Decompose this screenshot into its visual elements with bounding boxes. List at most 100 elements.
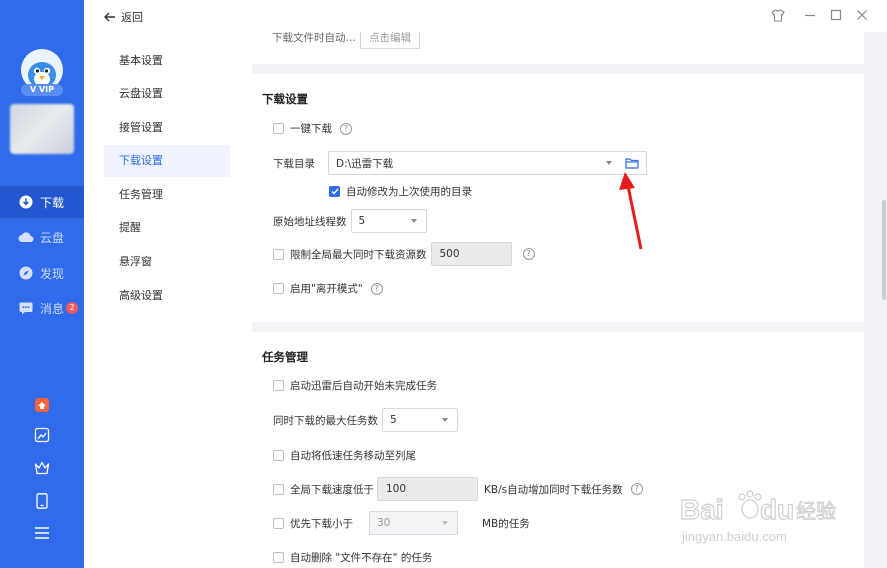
limit-resources-input[interactable]: 500 bbox=[430, 242, 512, 266]
compass-icon bbox=[18, 265, 34, 281]
settings-nav-reminder[interactable]: 提醒 bbox=[104, 212, 230, 244]
nav-messages-label: 消息 bbox=[40, 301, 65, 316]
speed-below-input[interactable]: 100 bbox=[377, 477, 478, 501]
auto-start-checkbox[interactable] bbox=[273, 380, 284, 391]
speed-below-checkbox[interactable] bbox=[273, 483, 284, 495]
auto-delete-row[interactable]: 自动删除 "文件不存在" 的任务 bbox=[273, 550, 432, 565]
auto-change-dir-row[interactable]: 自动修改为上次使用的目录 bbox=[329, 184, 472, 199]
folder-icon[interactable] bbox=[625, 157, 639, 169]
arrow-left-icon bbox=[104, 12, 116, 22]
svg-text:经验: 经验 bbox=[796, 499, 836, 523]
download-dir-label: 下载目录 bbox=[273, 157, 315, 170]
settings-nav-advanced[interactable]: 高级设置 bbox=[104, 280, 230, 312]
edit-button[interactable]: 点击编辑 bbox=[360, 32, 420, 49]
leave-mode-row[interactable]: 启用"离开模式" ? bbox=[273, 281, 383, 296]
speed-below-suffix: KB/s自动增加同时下载任务数 bbox=[484, 483, 623, 496]
help-icon[interactable]: ? bbox=[340, 122, 352, 135]
chevron-down-icon[interactable] bbox=[606, 161, 612, 165]
svg-text:jingyan.baidu.com: jingyan.baidu.com bbox=[681, 529, 787, 544]
auto-start-row[interactable]: 启动迅雷后自动开始未完成任务 bbox=[273, 378, 437, 393]
limit-resources-checkbox[interactable] bbox=[273, 248, 284, 260]
svg-text:Bai: Bai bbox=[680, 494, 724, 525]
gift-icon[interactable] bbox=[31, 394, 53, 416]
nav-discover-label: 发现 bbox=[40, 266, 65, 281]
nav-download[interactable]: 下载 bbox=[0, 186, 84, 218]
download-dir-value: D:\迅雷下载 bbox=[336, 157, 394, 170]
scrollbar[interactable] bbox=[882, 200, 886, 300]
left-sidebar: V VIP 下载 云盘 发现 消息 2 bbox=[0, 0, 84, 568]
auto-start-label: 启动迅雷后自动开始未完成任务 bbox=[290, 380, 437, 392]
settings-nav-tasks[interactable]: 任务管理 bbox=[104, 179, 230, 211]
limit-resources-label: 限制全局最大同时下载资源数 bbox=[290, 248, 427, 261]
vip-badge: V VIP bbox=[21, 84, 63, 96]
task-management-title: 任务管理 bbox=[262, 350, 308, 364]
leave-mode-label: 启用"离开模式" bbox=[290, 283, 363, 295]
nav-cloud[interactable]: 云盘 bbox=[0, 221, 84, 253]
skin-icon[interactable] bbox=[771, 8, 785, 22]
move-slow-checkbox[interactable] bbox=[273, 450, 284, 461]
watermark-logo: Bai du 经验 jingyan.baidu.com bbox=[679, 490, 837, 544]
settings-nav-floating[interactable]: 悬浮窗 bbox=[104, 246, 230, 278]
settings-nav: 基本设置 云盘设置 接管设置 下载设置 任务管理 提醒 悬浮窗 高级设置 bbox=[84, 32, 252, 568]
priority-small-value: 30 bbox=[377, 517, 391, 529]
crown-icon[interactable] bbox=[31, 457, 53, 479]
back-label: 返回 bbox=[121, 11, 143, 24]
title-bar bbox=[84, 0, 887, 32]
annotation-arrow bbox=[619, 172, 643, 250]
menu-icon[interactable] bbox=[31, 522, 53, 544]
auto-delete-checkbox[interactable] bbox=[273, 552, 284, 563]
threads-value: 5 bbox=[358, 215, 366, 227]
max-tasks-value: 5 bbox=[390, 414, 397, 426]
back-button[interactable]: 返回 bbox=[104, 9, 143, 25]
blurred-username bbox=[10, 104, 74, 154]
nav-discover[interactable]: 发现 bbox=[0, 257, 84, 289]
nav-download-label: 下载 bbox=[40, 195, 65, 210]
threads-select[interactable]: 5 bbox=[350, 209, 427, 233]
settings-nav-download[interactable]: 下载设置 bbox=[104, 145, 230, 177]
minimize-icon[interactable] bbox=[803, 8, 817, 22]
partial-setting-row: 下载文件时自动… 点击编辑 bbox=[272, 32, 420, 49]
help-icon[interactable]: ? bbox=[630, 483, 643, 495]
leave-mode-checkbox[interactable] bbox=[273, 283, 284, 294]
phone-icon[interactable] bbox=[31, 490, 53, 512]
priority-small-row: 优先下载小于 30 MB的任务 bbox=[273, 511, 530, 535]
download-dir-select[interactable]: D:\迅雷下载 bbox=[328, 151, 647, 175]
speed-below-row: 全局下载速度低于 100 KB/s自动增加同时下载任务数 ? bbox=[273, 477, 643, 501]
max-tasks-select[interactable]: 5 bbox=[382, 408, 458, 432]
one-click-download-checkbox[interactable] bbox=[273, 123, 284, 134]
threads-row: 原始地址线程数 5 bbox=[273, 209, 427, 233]
threads-label: 原始地址线程数 bbox=[273, 215, 347, 228]
previous-settings-card: 下载文件时自动… 点击编辑 bbox=[252, 32, 864, 64]
partial-setting-label: 下载文件时自动… bbox=[272, 32, 356, 44]
watermark: Bai du 经验 jingyan.baidu.com bbox=[679, 487, 840, 550]
nav-messages[interactable]: 消息 2 bbox=[0, 292, 84, 324]
auto-delete-label: 自动删除 "文件不存在" 的任务 bbox=[290, 552, 433, 564]
chevron-down-icon bbox=[442, 521, 448, 525]
priority-small-select[interactable]: 30 bbox=[369, 511, 458, 535]
settings-nav-basic[interactable]: 基本设置 bbox=[104, 45, 230, 77]
maximize-icon[interactable] bbox=[829, 8, 843, 22]
settings-nav-cloud[interactable]: 云盘设置 bbox=[104, 78, 230, 110]
priority-small-suffix: MB的任务 bbox=[482, 517, 530, 530]
download-settings-title: 下载设置 bbox=[262, 92, 308, 106]
speed-below-value: 100 bbox=[386, 483, 407, 495]
svg-text:du: du bbox=[760, 494, 794, 525]
priority-small-checkbox[interactable] bbox=[273, 517, 284, 529]
message-icon bbox=[18, 300, 34, 316]
help-icon[interactable]: ? bbox=[370, 282, 383, 295]
help-icon[interactable]: ? bbox=[522, 248, 535, 260]
limit-resources-row: 限制全局最大同时下载资源数 500 ? bbox=[273, 242, 535, 266]
max-tasks-row: 同时下载的最大任务数 5 bbox=[273, 408, 458, 432]
download-dir-row: 下载目录 D:\迅雷下载 bbox=[273, 151, 647, 175]
image-icon[interactable] bbox=[31, 424, 53, 446]
speed-below-label: 全局下载速度低于 bbox=[290, 483, 374, 496]
move-slow-label: 自动将低速任务移动至列尾 bbox=[290, 450, 416, 462]
chevron-down-icon bbox=[442, 418, 448, 422]
chevron-down-icon bbox=[410, 219, 417, 223]
one-click-download-label: 一键下载 bbox=[290, 123, 332, 135]
close-icon[interactable] bbox=[855, 8, 869, 22]
move-slow-row[interactable]: 自动将低速任务移动至列尾 bbox=[273, 448, 416, 463]
auto-change-dir-checkbox[interactable] bbox=[329, 186, 340, 197]
settings-nav-takeover[interactable]: 接管设置 bbox=[104, 112, 230, 144]
one-click-download-row[interactable]: 一键下载 ? bbox=[273, 121, 352, 136]
